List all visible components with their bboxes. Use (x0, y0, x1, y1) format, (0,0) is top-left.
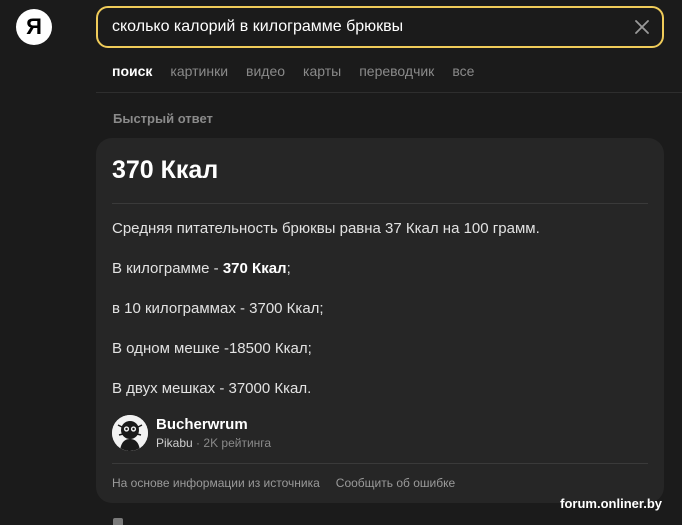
next-section-peek (113, 518, 123, 525)
answer-line-2-prefix: В килограмме - (112, 260, 223, 277)
avatar (112, 415, 148, 451)
logo-letter: Я (26, 14, 42, 39)
answer-line-5: В двух мешках - 37000 Ккал. (112, 380, 312, 397)
author-rating: 2K рейтинга (203, 436, 272, 450)
close-icon (635, 20, 649, 34)
report-error-link[interactable]: Сообщить об ошибке (336, 476, 455, 490)
tab-video[interactable]: видео (246, 63, 285, 79)
author-info: Bucherwrum Pikabu · 2K рейтинга (156, 416, 271, 450)
avatar-image (112, 415, 148, 451)
tab-images[interactable]: картинки (170, 63, 228, 79)
clear-search-button[interactable] (622, 8, 662, 46)
card-divider-top (112, 203, 648, 204)
answer-line-2: В килограмме - 370 Ккал; (112, 260, 291, 277)
meta-separator: · (196, 436, 201, 450)
author-meta: Pikabu · 2K рейтинга (156, 436, 271, 450)
answer-title: 370 Ккал (112, 156, 219, 184)
search-box (96, 6, 664, 48)
tabs-divider (96, 92, 682, 93)
tab-search[interactable]: поиск (112, 63, 152, 79)
tab-all[interactable]: все (452, 63, 474, 79)
author-site[interactable]: Pikabu (156, 436, 193, 450)
tab-maps[interactable]: карты (303, 63, 341, 79)
answer-line-2-bold: 370 Ккал (222, 260, 287, 277)
search-input[interactable] (98, 8, 622, 46)
source-author[interactable]: Bucherwrum Pikabu · 2K рейтинга (112, 415, 271, 451)
source-note-link[interactable]: На основе информации из источника (112, 476, 320, 490)
answer-line-3: в 10 килограммах - 3700 Ккал; (112, 300, 324, 317)
watermark: forum.onliner.by (560, 496, 662, 511)
search-tabs: поиск картинки видео карты переводчик вс… (112, 63, 474, 79)
yandex-logo[interactable]: Я (16, 9, 52, 45)
quick-answer-card: 370 Ккал Средняя питательность брюквы ра… (96, 138, 664, 503)
card-footer: На основе информации из источника Сообщи… (112, 476, 455, 490)
answer-line-4: В одном мешке -18500 Ккал; (112, 340, 312, 357)
answer-line-2-suffix: ; (286, 260, 291, 277)
card-divider-bottom (112, 463, 648, 464)
answer-line-1: Средняя питательность брюквы равна 37 Кк… (112, 220, 540, 237)
quick-answer-label: Быстрый ответ (113, 111, 213, 126)
author-name[interactable]: Bucherwrum (156, 416, 271, 433)
tab-translator[interactable]: переводчик (359, 63, 434, 79)
